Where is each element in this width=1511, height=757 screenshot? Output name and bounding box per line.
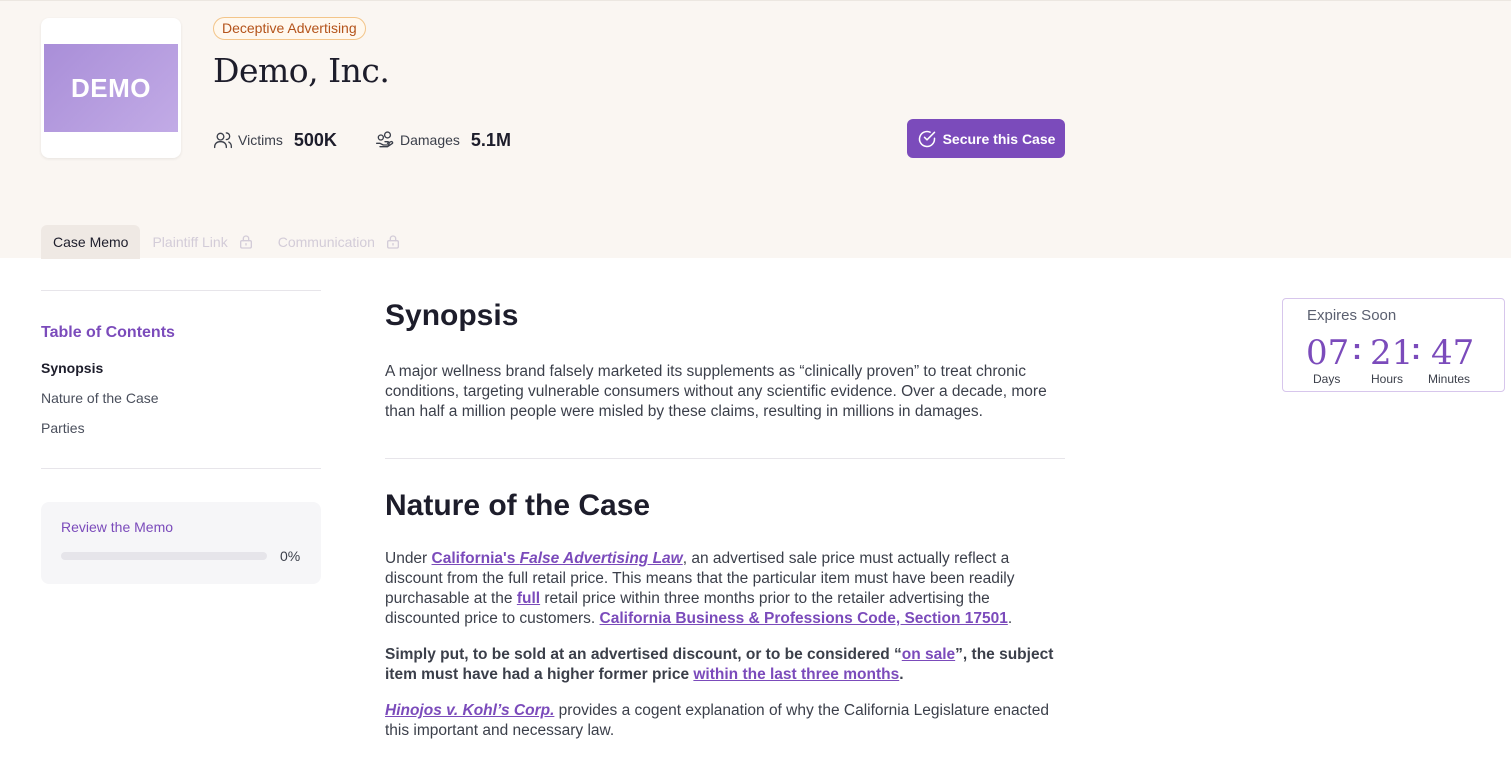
category-badge: Deceptive Advertising [213,17,366,40]
last-three-months-link[interactable]: within the last three months [693,666,899,683]
expires-title: Expires Soon [1307,307,1397,324]
secure-case-button-label: Secure this Case [942,130,1056,147]
check-circle-icon [918,130,935,147]
review-memo-title: Review the Memo [61,519,174,535]
false-advertising-law-link-prefix: California's [431,550,520,567]
nature-paragraph-2: Simply put, to be sold at an advertised … [385,645,1065,685]
countdown-days: 07 [1306,333,1350,373]
stat-damages: Damages 5.1M [375,127,511,153]
review-memo-card: Review the Memo 0% [41,502,321,584]
stat-damages-value: 5.1M [470,129,511,150]
nature-paragraph-3: Hinojos v. Kohl’s Corp. provides a cogen… [385,701,1065,741]
expires-countdown: Expires Soon 07 : 21 : 47 Days Hours Min… [1282,298,1505,392]
false-advertising-law-link[interactable]: California's False Advertising Law [432,550,683,567]
review-progress-label: 0% [280,548,301,564]
nature-paragraph-1: Under California's False Advertising Law… [385,549,1065,629]
section-divider [385,458,1065,459]
countdown-minutes-label: Minutes [1428,372,1471,386]
company-logo-card: DEMO [41,18,181,158]
nature-p1-text-d: . [1007,610,1013,627]
hinojos-v-kohls-link[interactable]: Hinojos v. Kohl’s Corp. [385,702,554,719]
full-link[interactable]: full [517,590,540,607]
stat-victims-label: Victims [238,132,283,148]
toc-divider-top [41,290,321,291]
countdown-days-label: Days [1313,372,1341,386]
secure-case-button[interactable]: Secure this Case [907,119,1065,158]
tab-plaintiff-link[interactable]: Plaintiff Link [140,225,265,259]
synopsis-text: A major wellness brand falsely marketed … [385,363,1047,420]
stat-damages-label: Damages [400,132,460,148]
company-name: Demo, Inc. [213,51,390,90]
toc-item-nature-of-the-case[interactable]: Nature of the Case [41,390,159,406]
countdown-hours: 21 [1370,333,1414,373]
toc-divider-bottom [41,468,321,469]
nature-p1-text-a: Under [385,550,432,567]
company-logo: DEMO [44,44,178,132]
toc-title: Table of Contents [41,324,175,341]
countdown-separator: : [1411,333,1421,366]
tab-plaintiff-link-label: Plaintiff Link [152,234,228,250]
tab-communication-label: Communication [277,234,375,250]
tab-case-memo[interactable]: Case Memo [41,225,141,259]
case-header: DEMO Deceptive Advertising Demo, Inc. Vi… [0,0,1511,259]
lock-icon [239,235,252,249]
on-sale-link[interactable]: on sale [902,646,955,663]
nature-p2-text-a: Simply put, to be sold at an advertised … [385,646,902,663]
toc-item-synopsis[interactable]: Synopsis [41,360,103,376]
memo-content: Synopsis A major wellness brand falsely … [385,296,1065,741]
stat-victims-value: 500K [293,129,337,150]
case-tabs: Case Memo Plaintiff Link Communication [41,225,413,259]
nature-p2-text-c: . [899,666,904,683]
countdown-minutes: 47 [1431,333,1475,373]
hand-coins-icon [376,131,394,148]
tab-communication[interactable]: Communication [266,225,413,259]
tab-case-memo-label: Case Memo [53,234,129,250]
synopsis-heading: Synopsis [385,299,519,332]
nature-heading: Nature of the Case [385,489,651,522]
stat-victims: Victims 500K [213,127,337,153]
code-section-17501-link[interactable]: California Business & Professions Code, … [600,610,1008,627]
countdown-hours-label: Hours [1371,372,1404,386]
false-advertising-law-link-italic: False Advertising Law [519,550,683,567]
countdown-separator: : [1352,333,1362,366]
users-icon [214,132,232,149]
review-progress-bar [61,552,267,560]
lock-icon [386,235,399,249]
toc-item-parties[interactable]: Parties [41,420,85,436]
